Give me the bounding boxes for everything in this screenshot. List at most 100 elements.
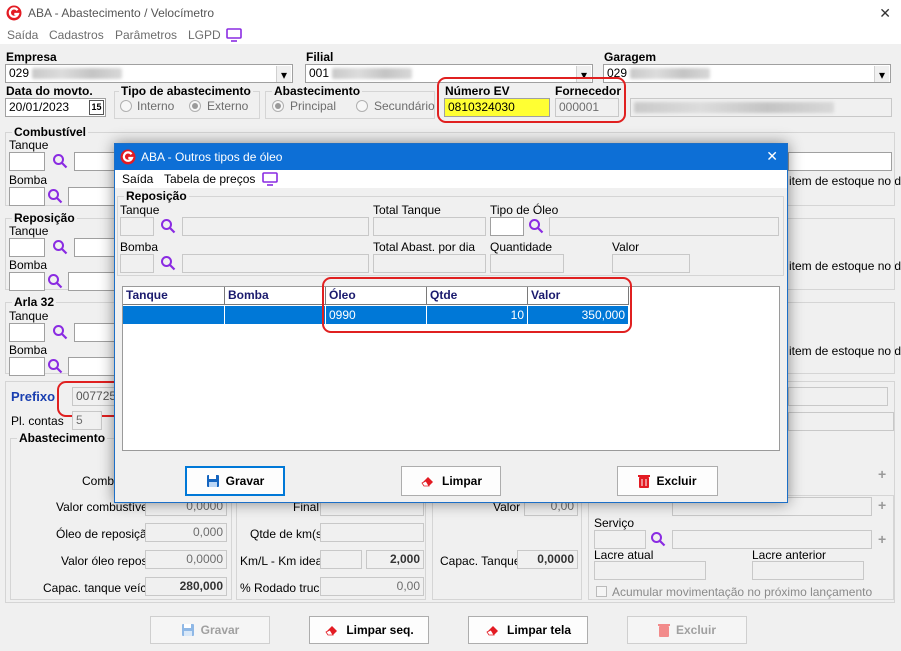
search-icon[interactable] xyxy=(160,255,176,271)
cell-valor[interactable]: 350,000 xyxy=(528,306,629,324)
arla-tanque-label: Tanque xyxy=(9,309,49,323)
dialog-valor-field[interactable] xyxy=(612,254,690,273)
combustivel-tanque-field[interactable] xyxy=(9,152,45,171)
search-icon[interactable] xyxy=(650,531,666,547)
fornecedor-label: Fornecedor xyxy=(555,84,622,98)
capac-tanque-value: 0,0000 xyxy=(537,552,574,566)
monitor-icon[interactable] xyxy=(262,172,278,189)
lacre-anterior-field[interactable] xyxy=(752,561,864,580)
combustivel-right-field xyxy=(788,152,892,171)
dialog-menu-saida[interactable]: Saída xyxy=(122,172,153,186)
principal-label: Principal xyxy=(290,99,337,113)
plcontas-field[interactable]: 5 xyxy=(72,411,102,430)
reposicao-bomba-desc xyxy=(68,272,118,291)
plus-icon[interactable]: + xyxy=(878,497,886,513)
qtde-km-field[interactable] xyxy=(320,523,424,542)
dialog-excluir-button[interactable]: Excluir xyxy=(617,466,718,496)
dialog-quantidade-field[interactable] xyxy=(490,254,564,273)
capac-field[interactable]: 280,000 xyxy=(145,577,227,596)
menu-saida[interactable]: Saída xyxy=(7,28,38,42)
chevron-down-icon[interactable]: ▾ xyxy=(874,66,889,82)
combustivel-tanque-desc xyxy=(74,152,118,171)
dialog-tanque-field[interactable] xyxy=(120,217,154,236)
dialog-limpar-button[interactable]: Limpar xyxy=(401,466,501,496)
valor-oleo-field[interactable]: 0,0000 xyxy=(145,550,227,569)
dialog-close-button[interactable]: ✕ xyxy=(766,148,778,165)
filial-combo[interactable]: 001 ▾ xyxy=(305,64,593,83)
reposicao-tanque-label: Tanque xyxy=(9,224,49,238)
chevron-down-icon[interactable]: ▾ xyxy=(276,66,291,82)
main-excluir-button[interactable]: Excluir xyxy=(627,616,747,644)
dialog-title: ABA - Outros tipos de óleo xyxy=(141,150,283,164)
interno-radio[interactable] xyxy=(120,100,132,112)
eraser-icon xyxy=(421,477,433,487)
trash-icon xyxy=(657,624,670,637)
dialog-tipo-oleo-field[interactable] xyxy=(490,217,524,236)
window-close-button[interactable]: ✕ xyxy=(879,5,891,22)
menu-lgpd[interactable]: LGPD xyxy=(188,28,221,42)
col-header-valor[interactable]: Valor xyxy=(528,287,629,305)
search-icon[interactable] xyxy=(47,273,63,289)
limpar-seq-button[interactable]: Limpar seq. xyxy=(309,616,429,644)
acumular-checkbox[interactable] xyxy=(596,586,607,597)
search-icon[interactable] xyxy=(52,239,68,255)
prefixo-field[interactable]: 0077250 xyxy=(72,387,118,406)
col-header-tanque[interactable]: Tanque xyxy=(123,287,225,305)
search-icon[interactable] xyxy=(52,324,68,340)
fornecedor-field[interactable]: 000001 xyxy=(555,98,619,117)
data-movto-field[interactable]: 20/01/2023 15 xyxy=(5,98,106,117)
chevron-down-icon[interactable]: ▾ xyxy=(576,66,591,82)
dialog-bomba-field[interactable] xyxy=(120,254,154,273)
rodado-field[interactable]: 0,00 xyxy=(320,577,424,596)
principal-radio[interactable] xyxy=(272,100,284,112)
empresa-combo[interactable]: 029 ▾ xyxy=(5,64,293,83)
combustivel-estoque-note: item de estoque no dia xyxy=(789,174,901,188)
oleo-grid[interactable]: Tanque Bomba Óleo Qtde Valor 0990 10 350… xyxy=(122,286,780,451)
kml-ideal-field[interactable]: 2,000 xyxy=(366,550,424,569)
servico-field[interactable] xyxy=(594,530,646,549)
col-header-bomba[interactable]: Bomba xyxy=(225,287,326,305)
dialog-gravar-button[interactable]: Gravar xyxy=(185,466,285,496)
dialog-quantidade-label: Quantidade xyxy=(490,240,553,254)
externo-radio[interactable] xyxy=(189,100,201,112)
cell-qtde[interactable]: 10 xyxy=(427,306,528,324)
combustivel-bomba-field[interactable] xyxy=(9,187,45,206)
dialog-menu-tabela-precos[interactable]: Tabela de preços xyxy=(164,172,255,186)
reposicao-bomba-field[interactable] xyxy=(9,272,45,291)
plus-icon[interactable]: + xyxy=(878,466,886,482)
reposicao-tanque-field[interactable] xyxy=(9,238,45,257)
cell-bomba[interactable] xyxy=(225,306,326,324)
search-icon[interactable] xyxy=(528,218,544,234)
cell-tanque[interactable] xyxy=(123,306,225,324)
plcontas-label: Pl. contas xyxy=(11,414,64,428)
col-header-oleo[interactable]: Óleo xyxy=(326,287,427,305)
limpar-tela-button[interactable]: Limpar tela xyxy=(468,616,588,644)
oleo-rep-field[interactable]: 0,000 xyxy=(145,523,227,542)
cell-oleo[interactable]: 0990 xyxy=(326,306,427,324)
menu-cadastros[interactable]: Cadastros xyxy=(49,28,104,42)
secundario-label: Secundário xyxy=(374,99,435,113)
numero-ev-value: 0810324030 xyxy=(448,100,515,114)
plus-icon[interactable]: + xyxy=(878,531,886,547)
arla-tanque-field[interactable] xyxy=(9,323,45,342)
arla-bomba-field[interactable] xyxy=(9,357,45,376)
servico-label: Serviço xyxy=(594,516,635,530)
capac-value: 280,000 xyxy=(179,579,223,593)
search-icon[interactable] xyxy=(160,218,176,234)
reposicao-label: Reposição xyxy=(12,211,77,225)
search-icon[interactable] xyxy=(47,358,63,374)
search-icon[interactable] xyxy=(52,153,68,169)
main-gravar-button[interactable]: Gravar xyxy=(150,616,270,644)
calendar-icon[interactable]: 15 xyxy=(89,100,104,115)
col-header-qtde[interactable]: Qtde xyxy=(427,287,528,305)
secundario-radio[interactable] xyxy=(356,100,368,112)
lacre-atual-field[interactable] xyxy=(594,561,706,580)
search-icon[interactable] xyxy=(47,188,63,204)
menu-parametros[interactable]: Parâmetros xyxy=(115,28,177,42)
fornecedor-name-field xyxy=(630,98,892,117)
monitor-icon[interactable] xyxy=(226,28,242,45)
kml-field[interactable] xyxy=(320,550,362,569)
garagem-combo[interactable]: 029 ▾ xyxy=(603,64,891,83)
numero-ev-field[interactable]: 0810324030 xyxy=(444,98,550,117)
capac-tanque-field[interactable]: 0,0000 xyxy=(517,550,578,569)
